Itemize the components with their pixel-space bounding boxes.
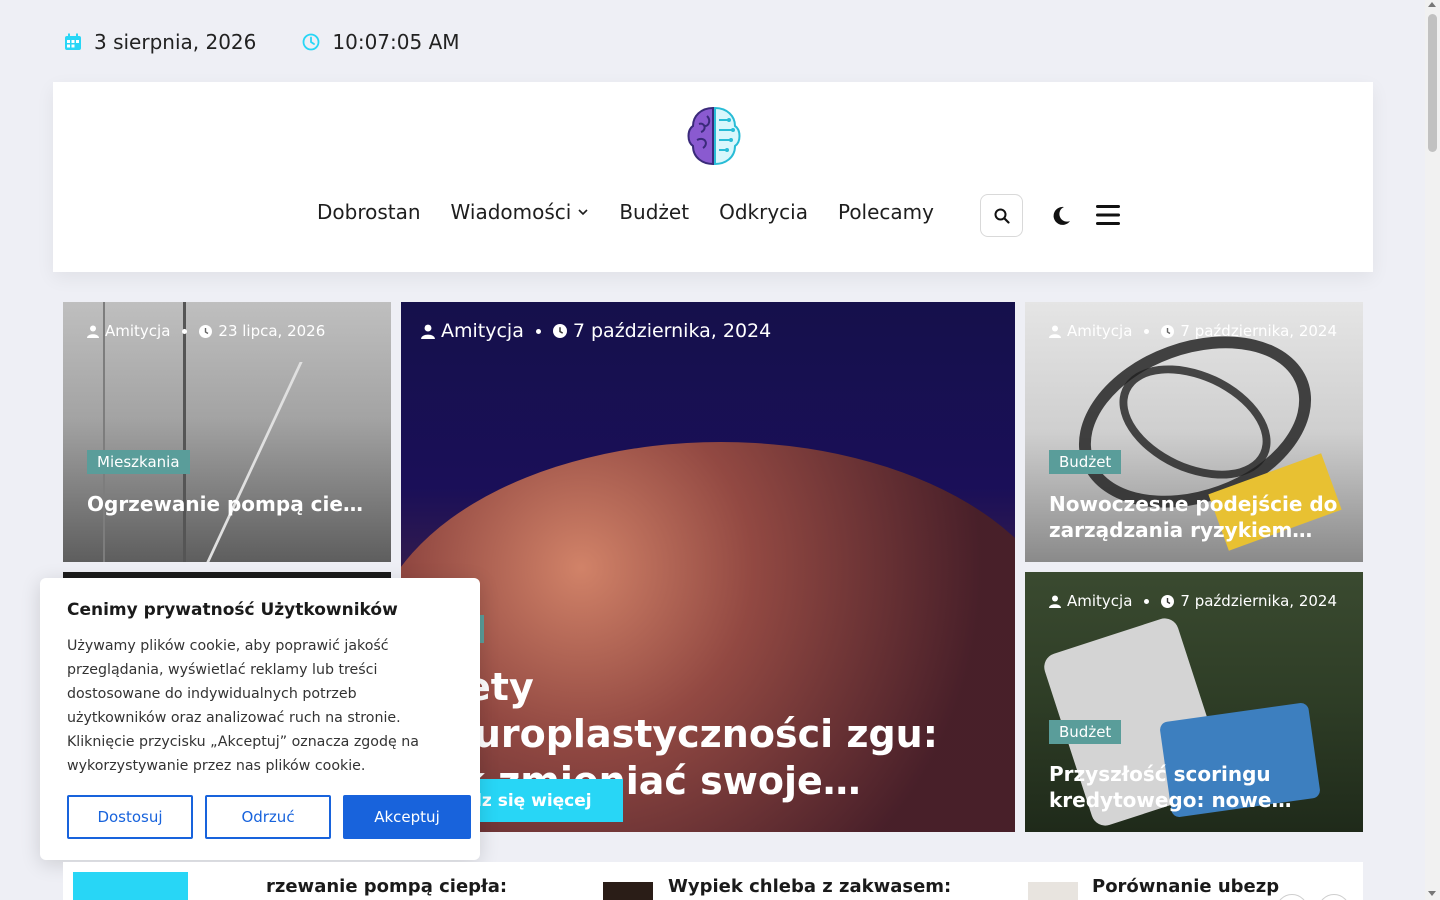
current-time: 10:07:05 AM bbox=[332, 30, 460, 54]
main-nav: Dobrostan Wiadomości Budżet Odkrycia Pol… bbox=[317, 200, 934, 224]
customize-button[interactable]: Dostosuj bbox=[67, 795, 193, 839]
reject-button[interactable]: Odrzuć bbox=[205, 795, 331, 839]
post-date[interactable]: 7 października, 2024 bbox=[573, 320, 771, 342]
accept-button[interactable]: Akceptuj bbox=[343, 795, 471, 839]
scroll-up-icon[interactable] bbox=[1428, 2, 1436, 7]
nav-item-wiadomosci[interactable]: Wiadomości bbox=[451, 200, 590, 224]
post-title[interactable]: Przyszłość scoringu kredytowego: nowe… bbox=[1049, 761, 1341, 813]
post-author[interactable]: Amitycja bbox=[441, 320, 524, 342]
ticker-item[interactable]: Porównanie ubezp bbox=[1092, 876, 1279, 897]
clock-icon bbox=[199, 324, 213, 338]
nav-item-dobrostan[interactable]: Dobrostan bbox=[317, 200, 421, 224]
post-meta: Amitycja 23 lipca, 2026 bbox=[87, 322, 325, 340]
post-author[interactable]: Amitycja bbox=[105, 322, 170, 340]
user-icon bbox=[421, 324, 435, 339]
news-ticker: rzewanie pompą ciepła: Wypiek chleba z z… bbox=[63, 862, 1363, 900]
featured-post-card[interactable]: Amitycja 7 października, 2024 ycia krety… bbox=[401, 302, 1015, 832]
post-card-heat-pump[interactable]: Amitycja 23 lipca, 2026 Mieszkania Ogrze… bbox=[63, 302, 391, 562]
ticker-item[interactable]: rzewanie pompą ciepła: bbox=[266, 876, 507, 897]
post-title[interactable]: Ogrzewanie pompą ciepła: ekonomiczne i e… bbox=[87, 491, 369, 517]
ticker-thumbnail[interactable] bbox=[603, 882, 653, 900]
nav-item-label: Wiadomości bbox=[450, 200, 572, 224]
chevron-down-icon bbox=[578, 209, 588, 216]
category-badge[interactable]: Budżet bbox=[1049, 450, 1122, 474]
date-display: 3 sierpnia, 2026 bbox=[64, 30, 256, 54]
site-header: Dobrostan Wiadomości Budżet Odkrycia Pol… bbox=[53, 82, 1373, 272]
time-display: 10:07:05 AM bbox=[302, 30, 460, 54]
current-date: 3 sierpnia, 2026 bbox=[94, 30, 257, 54]
brain-logo-icon[interactable] bbox=[683, 104, 745, 168]
ticker-thumbnail[interactable] bbox=[73, 872, 188, 900]
post-meta: Amitycja 7 października, 2024 bbox=[1049, 592, 1337, 610]
post-date[interactable]: 7 października, 2024 bbox=[1180, 592, 1337, 610]
page-scrollbar[interactable] bbox=[1425, 0, 1440, 900]
cookie-text: Używamy plików cookie, aby poprawić jako… bbox=[67, 638, 419, 774]
post-meta: Amitycja 7 października, 2024 bbox=[421, 320, 771, 342]
cookie-title: Cenimy prywatność Użytkowników bbox=[67, 600, 398, 620]
post-meta: Amitycja 7 października, 2024 bbox=[1049, 322, 1337, 340]
user-icon bbox=[1049, 325, 1061, 338]
clock-icon bbox=[1161, 324, 1175, 338]
clock-icon bbox=[1161, 594, 1175, 608]
user-icon bbox=[1049, 595, 1061, 608]
clock-icon bbox=[302, 33, 320, 51]
post-card-credit-scoring[interactable]: Amitycja 7 października, 2024 Budżet Prz… bbox=[1025, 572, 1363, 832]
cookie-consent-banner: Cenimy prywatność Użytkowników Używamy p… bbox=[40, 578, 480, 860]
post-card-risk-management[interactable]: Amitycja 7 października, 2024 Budżet Now… bbox=[1025, 302, 1363, 562]
post-date[interactable]: 7 października, 2024 bbox=[1180, 322, 1337, 340]
post-date[interactable]: 23 lipca, 2026 bbox=[218, 322, 325, 340]
nav-item-polecamy[interactable]: Polecamy bbox=[838, 200, 934, 224]
hamburger-menu-icon[interactable] bbox=[1096, 202, 1120, 228]
cookie-buttons: Dostosuj Odrzuć Akceptuj bbox=[67, 795, 471, 839]
dark-mode-moon-icon[interactable] bbox=[1049, 204, 1073, 228]
search-button[interactable] bbox=[980, 194, 1023, 237]
post-author[interactable]: Amitycja bbox=[1067, 592, 1132, 610]
category-badge[interactable]: Budżet bbox=[1049, 720, 1122, 744]
ticker-next-button[interactable] bbox=[1318, 894, 1350, 900]
post-title[interactable]: Nowoczesne podejście do zarządzania ryzy… bbox=[1049, 491, 1341, 543]
search-icon bbox=[994, 208, 1010, 224]
scrollbar-thumb[interactable] bbox=[1428, 14, 1437, 152]
nav-item-budzet[interactable]: Budżet bbox=[619, 200, 689, 224]
post-author[interactable]: Amitycja bbox=[1067, 322, 1132, 340]
nav-item-odkrycia[interactable]: Odkrycia bbox=[719, 200, 808, 224]
clock-icon bbox=[552, 324, 567, 338]
user-icon bbox=[87, 325, 99, 338]
top-bar: 3 sierpnia, 2026 10:07:05 AM bbox=[64, 28, 460, 56]
ticker-item[interactable]: Wypiek chleba z zakwasem: bbox=[668, 876, 951, 897]
scroll-down-icon[interactable] bbox=[1428, 891, 1436, 896]
category-badge[interactable]: Mieszkania bbox=[87, 450, 190, 474]
calendar-icon bbox=[65, 33, 81, 50]
ticker-prev-button[interactable] bbox=[1276, 894, 1308, 900]
ticker-thumbnail[interactable] bbox=[1028, 882, 1078, 900]
